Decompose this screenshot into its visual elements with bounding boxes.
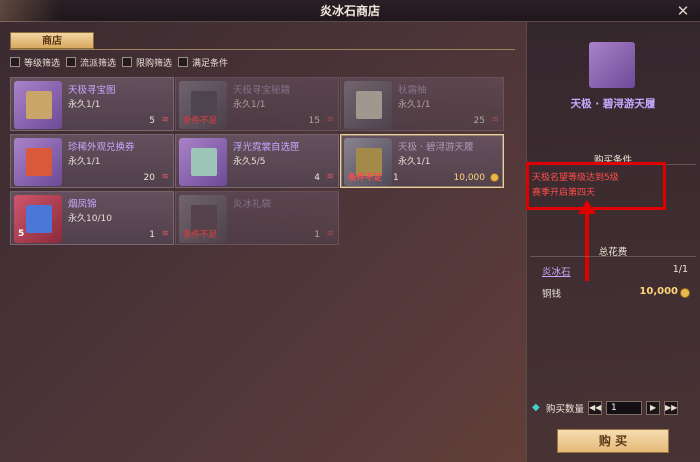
boots-icon [589, 42, 635, 88]
condition-unmet-label: 条件不足 [183, 116, 218, 126]
shop-item-card[interactable]: 天极寻宝秘籍 永久1/1 条件不足 15 ≋ [175, 77, 339, 131]
item-price: 1 [393, 173, 399, 183]
filter-bar: 等级筛选 流派筛选 限购筛选 满足条件 [10, 55, 228, 69]
buy-button[interactable]: 购 买 [557, 429, 669, 453]
flame-stone-icon: ≋ [326, 115, 334, 125]
flame-stone-icon: ≋ [161, 229, 169, 239]
flame-stone-icon: ≋ [326, 229, 334, 239]
coin-icon [680, 288, 690, 298]
checkbox[interactable] [178, 57, 189, 67]
shop-item-card[interactable]: 5 烟凤锦 永久10/10 1 ≋ [10, 191, 174, 245]
filter-limit[interactable]: 限购筛选 [122, 55, 172, 69]
window-title: 炎冰石商店 [319, 4, 380, 18]
checkbox[interactable] [66, 57, 77, 67]
item-limit: 永久1/1 [398, 157, 431, 167]
coin-icon [490, 173, 499, 182]
filter-level[interactable]: 等级筛选 [10, 55, 60, 69]
annotation-arrow-head [578, 200, 596, 214]
item-detail-panel [526, 22, 700, 462]
ticket-icon [14, 138, 62, 186]
quantity-row: ◆ 购买数量 ◀◀ 1 ▶ ▶▶ [532, 401, 679, 415]
divider [530, 256, 696, 257]
item-name: 秋霜柚 [398, 85, 427, 96]
item-name: 天极寻宝图 [68, 85, 116, 96]
filter-label: 满足条件 [192, 58, 229, 69]
gift-box-icon [179, 138, 227, 186]
shop-item-card[interactable]: 炎冰礼袋 条件不足 1 ≋ [175, 191, 339, 245]
filter-label: 等级筛选 [24, 58, 61, 69]
item-name: 天极寻宝秘籍 [233, 85, 291, 96]
filter-meets-condition[interactable]: 满足条件 [178, 55, 228, 69]
map-scroll-icon [14, 81, 62, 129]
checkbox[interactable] [122, 57, 133, 67]
item-limit: 永久10/10 [68, 214, 112, 224]
item-name: 天极 · 碧浔游天履 [398, 142, 474, 153]
shop-item-card[interactable]: 珍稀外观兑换券 永久1/1 20 ≋ [10, 134, 174, 188]
shop-item-card[interactable]: 浮光霓裳自选匣 永久5/5 4 ≋ [175, 134, 339, 188]
filter-label: 流派筛选 [80, 58, 117, 69]
quantity-input[interactable]: 1 [606, 401, 643, 415]
item-name: 浮光霓裳自选匣 [233, 142, 300, 153]
filter-label: 限购筛选 [136, 58, 173, 69]
food-icon [344, 81, 392, 129]
condition-unmet-label: 条件不足 [183, 230, 218, 240]
cost-coin-label: 铜钱 [542, 289, 562, 300]
coin-price: 10,000 [453, 173, 486, 183]
item-price: 4 [314, 173, 320, 183]
highlight-box [526, 162, 666, 210]
tab-divider [10, 49, 515, 50]
item-price: 1 [314, 230, 320, 240]
close-button[interactable]: ✕ [674, 2, 692, 20]
item-price: 1 [149, 230, 155, 240]
shop-item-card-selected[interactable]: 天极 · 碧浔游天履 永久1/1 条件不足 1 10,000 [340, 134, 504, 188]
flame-stone-icon: ≋ [326, 172, 334, 182]
item-name: 烟凤锦 [68, 199, 97, 210]
item-stack-count: 5 [18, 229, 25, 239]
shop-item-card[interactable]: 天极寻宝图 永久1/1 5 ≋ [10, 77, 174, 131]
quantity-label: 购买数量 [546, 404, 585, 415]
item-name: 珍稀外观兑换券 [68, 142, 135, 153]
quantity-min-button[interactable]: ◀◀ [588, 401, 603, 415]
flame-stone-icon: ≋ [491, 115, 499, 125]
condition-unmet-label: 条件不足 [348, 173, 383, 183]
diamond-icon: ◆ [532, 402, 540, 413]
item-limit: 永久1/1 [398, 100, 431, 110]
quantity-max-button[interactable]: ▶▶ [664, 401, 679, 415]
filter-school[interactable]: 流派筛选 [66, 55, 116, 69]
cost-item-qty: 1/1 [672, 264, 688, 275]
item-limit: 永久1/1 [68, 100, 101, 110]
item-price: 25 [473, 116, 485, 126]
selected-item-name: 天极 · 碧浔游天履 [570, 98, 656, 110]
flame-stone-icon: ≋ [161, 115, 169, 125]
flame-stone-icon: ≋ [161, 172, 169, 182]
cost-coin-value: 10,000 [639, 286, 678, 297]
cost-item-link[interactable]: 炎冰石 [542, 264, 571, 278]
tab-shop[interactable]: 商店 [10, 32, 94, 49]
item-price: 15 [308, 116, 320, 126]
quantity-next-button[interactable]: ▶ [646, 401, 661, 415]
shop-item-card[interactable]: 秋霜柚 永久1/1 25 ≋ [340, 77, 504, 131]
item-price: 20 [143, 173, 155, 183]
item-limit: 永久5/5 [233, 157, 266, 167]
checkbox[interactable] [10, 57, 20, 67]
item-price: 5 [149, 116, 155, 126]
item-limit: 永久1/1 [233, 100, 266, 110]
item-limit: 永久1/1 [68, 157, 101, 167]
item-name: 炎冰礼袋 [233, 199, 272, 210]
